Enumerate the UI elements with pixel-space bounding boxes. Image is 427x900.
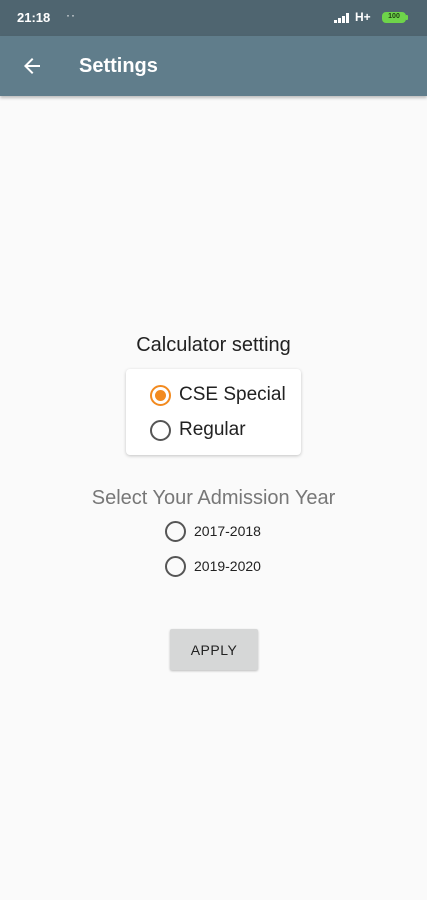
option-cse-special[interactable]: CSE Special bbox=[150, 382, 286, 408]
back-arrow-icon[interactable] bbox=[20, 54, 44, 78]
notification-dots: ·· bbox=[66, 8, 76, 22]
calculator-options-card: CSE Special Regular bbox=[126, 369, 301, 455]
calculator-heading: Calculator setting bbox=[136, 334, 291, 356]
apply-button[interactable]: APPLY bbox=[170, 629, 258, 670]
option-label: CSE Special bbox=[179, 384, 286, 405]
admission-year-heading: Select Your Admission Year bbox=[91, 487, 336, 509]
toolbar: Settings bbox=[0, 36, 427, 96]
signal-icon bbox=[334, 13, 349, 23]
status-bar: 21:18 ·· H+ 100 bbox=[0, 0, 427, 36]
network-type: H+ bbox=[355, 10, 371, 24]
battery-level: 100 bbox=[388, 13, 400, 20]
status-time: 21:18 bbox=[17, 10, 51, 25]
year-option-2019-2020[interactable]: 2019-2020 bbox=[165, 554, 261, 578]
option-regular[interactable]: Regular bbox=[150, 417, 246, 443]
year-label: 2019-2020 bbox=[194, 558, 261, 574]
radio-unselected-icon[interactable] bbox=[165, 555, 186, 577]
year-label: 2017-2018 bbox=[194, 523, 261, 539]
option-label: Regular bbox=[179, 419, 246, 440]
radio-unselected-icon[interactable] bbox=[150, 419, 171, 441]
battery-tip bbox=[406, 15, 408, 20]
battery-icon: 100 bbox=[382, 12, 406, 23]
radio-unselected-icon[interactable] bbox=[165, 520, 186, 542]
year-option-2017-2018[interactable]: 2017-2018 bbox=[165, 519, 261, 543]
page-title: Settings bbox=[79, 55, 158, 77]
radio-selected-icon[interactable] bbox=[150, 384, 171, 406]
